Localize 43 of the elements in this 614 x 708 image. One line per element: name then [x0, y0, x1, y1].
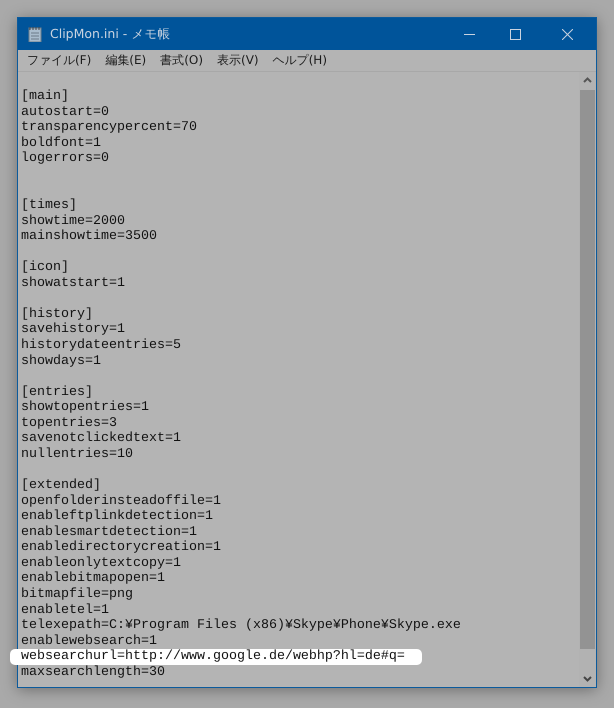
- text-line: maxsearchlength=30: [21, 664, 166, 680]
- menu-item[interactable]: ヘルプ(H): [266, 52, 334, 69]
- text-line: autostart=0: [21, 104, 110, 120]
- text-line: showtime=2000: [21, 214, 126, 229]
- text-line: enableftplinkdetection=1: [21, 509, 214, 525]
- text-line: enableonlytextcopy=1: [21, 556, 182, 571]
- text-line: bitmapfile=png: [21, 587, 134, 603]
- menu-item[interactable]: 編集(E): [98, 52, 154, 69]
- text-line: enabletel=1: [21, 602, 110, 618]
- highlighted-text-line: websearchurl=http://www.google.de/webhp?hl=de#q=: [10, 649, 422, 665]
- text-line: historydateentries=5: [21, 338, 182, 354]
- text-line: showtopentries=1: [21, 400, 150, 416]
- close-icon: [562, 28, 572, 40]
- text-line: [main]: [21, 89, 70, 105]
- menu-item[interactable]: 表示(V): [210, 52, 266, 69]
- text-line: showdays=1: [21, 354, 102, 370]
- text-line: [extended]: [21, 478, 102, 494]
- menu-item[interactable]: 書式(O): [153, 52, 210, 69]
- text-line: [history]: [21, 306, 94, 322]
- text-line: [times]: [21, 198, 78, 214]
- text-line: enablewebsearch=1: [21, 634, 158, 649]
- text-line: savenotclickedtext=1: [21, 431, 182, 447]
- text-line: [icon]: [21, 260, 70, 276]
- maximize-icon: [510, 28, 520, 40]
- text-line: transparencypercent=70: [21, 120, 198, 136]
- scroll-thumb[interactable]: [580, 90, 595, 649]
- text-line: savehistory=1: [21, 322, 126, 338]
- text-line: enablebitmapopen=1: [21, 571, 166, 587]
- text-line: nullentries=10: [21, 446, 134, 462]
- menu-item[interactable]: ファイル(F): [20, 52, 98, 69]
- text-line: enabledirectorycreation=1: [21, 540, 222, 556]
- text-line: openfolderinsteadoffile=1: [21, 494, 222, 509]
- window-title: ClipMon.ini - メモ帳: [50, 26, 172, 42]
- text-line: enablesmartdetection=1: [21, 524, 198, 540]
- notepad-icon: [28, 26, 42, 42]
- text-line: logerrors=0: [21, 151, 110, 167]
- text-line: telexepath=C:¥Program Files (x86)¥Skype¥Phone¥Skype.exe: [21, 618, 462, 634]
- text-line: topentries=3: [21, 416, 118, 431]
- text-line: mainshowtime=3500: [21, 229, 158, 245]
- text-line: showatstart=1: [21, 276, 126, 292]
- text-line: [entries]: [21, 384, 94, 400]
- text-line: boldfont=1: [21, 136, 102, 151]
- scrollbar[interactable]: [579, 72, 596, 687]
